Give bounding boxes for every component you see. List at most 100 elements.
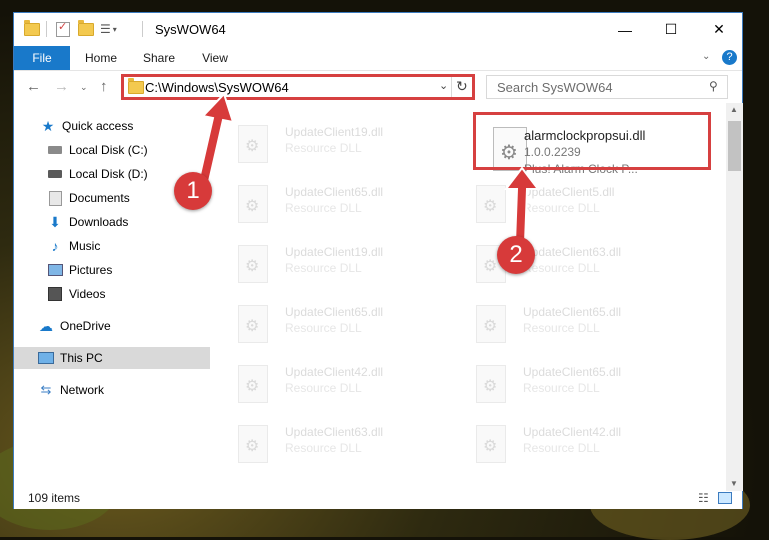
dll-file-icon	[238, 185, 268, 223]
vertical-scrollbar[interactable]: ▲ ▼	[726, 103, 743, 491]
nav-music[interactable]: ♪ Music 📌	[14, 235, 243, 257]
pictures-icon	[47, 263, 63, 277]
minimize-button[interactable]: —	[602, 13, 648, 46]
file-tile[interactable]: UpdateClient63.dll Resource DLL	[211, 415, 441, 463]
tiles-view-icon[interactable]	[718, 492, 732, 504]
tab-view[interactable]: View	[190, 46, 240, 70]
file-name: UpdateClient19.dll	[285, 125, 384, 139]
nav-onedrive[interactable]: ☁ OneDrive	[14, 315, 234, 337]
tab-home[interactable]: Home	[76, 46, 126, 70]
download-icon: ⬇	[49, 213, 61, 230]
file-tile[interactable]: UpdateClient65.dll Resource DLL	[211, 175, 441, 223]
customize-toolbar-icon[interactable]: ☰ ▾	[100, 21, 117, 37]
drive-icon	[47, 167, 63, 181]
documents-icon	[47, 190, 63, 206]
file-tile[interactable]: UpdateClient65.dll Resource DLL	[449, 355, 679, 403]
nav-label: Videos	[69, 287, 106, 301]
file-type: Resource DLL	[285, 321, 362, 335]
file-type: Resource DLL	[285, 201, 362, 215]
dll-file-icon	[476, 365, 506, 403]
status-bar: 109 items ☷	[14, 491, 742, 509]
nav-network[interactable]: ⇆ Network	[14, 379, 234, 401]
window-title: SysWOW64	[155, 22, 226, 37]
drive-icon	[47, 143, 63, 157]
nav-label: Local Disk (D:)	[69, 167, 148, 181]
file-type: Resource DLL	[285, 441, 362, 455]
close-button[interactable]: ✕	[696, 13, 742, 46]
recent-locations-icon[interactable]: ⌄	[80, 82, 88, 93]
window-folder-icon	[24, 19, 40, 37]
file-name: UpdateClient65.dll	[285, 185, 384, 199]
file-name: UpdateClient65.dll	[523, 305, 622, 319]
file-type: Resource DLL	[523, 441, 600, 455]
file-name: UpdateClient42.dll	[285, 365, 384, 379]
file-name: UpdateClient42.dll	[523, 425, 622, 439]
nav-videos[interactable]: Videos 📌	[14, 283, 243, 305]
file-type: Resource DLL	[523, 321, 600, 335]
file-name: UpdateClient65.dll	[523, 365, 622, 379]
file-type: Resource DLL	[523, 261, 600, 275]
nav-label: Pictures	[69, 263, 113, 277]
nav-label: Network	[60, 383, 105, 397]
file-name: UpdateClient63.dll	[285, 425, 384, 439]
navigation-pane: ★ Quick access Local Disk (C:) 📌 Local D…	[14, 103, 239, 491]
file-tile[interactable]: UpdateClient65.dll Resource DLL	[449, 295, 679, 343]
up-arrow-icon[interactable]: ↑	[100, 78, 108, 95]
computer-icon	[38, 351, 54, 365]
file-name: UpdateClient63.dll	[523, 245, 622, 259]
nav-quick-access[interactable]: ★ Quick access	[14, 115, 236, 137]
scrollbar-thumb[interactable]	[728, 121, 741, 171]
nav-local-disk-c[interactable]: Local Disk (C:) 📌	[14, 139, 243, 161]
file-type: Resource DLL	[523, 381, 600, 395]
callout-badge-1: 1	[174, 172, 212, 210]
tab-file[interactable]: File	[14, 46, 70, 70]
dll-file-icon	[476, 185, 506, 223]
details-view-icon[interactable]: ☷	[698, 491, 709, 505]
nav-label: OneDrive	[60, 319, 111, 333]
nav-label: Music	[69, 239, 101, 253]
dll-file-icon	[238, 425, 268, 463]
dll-file-icon	[238, 365, 268, 403]
search-icon[interactable]: ⚲	[709, 79, 718, 93]
file-tile[interactable]: UpdateClient19.dll Resource DLL	[211, 235, 441, 283]
file-type: Resource DLL	[285, 141, 362, 155]
new-folder-icon[interactable]	[78, 19, 94, 37]
music-icon: ♪	[51, 238, 59, 254]
nav-this-pc[interactable]: This PC	[14, 347, 210, 369]
nav-label: Downloads	[69, 215, 129, 229]
star-icon: ★	[41, 117, 55, 134]
properties-icon[interactable]: ✓	[56, 21, 70, 37]
callout-badge-2: 2	[497, 236, 535, 274]
scroll-up-icon[interactable]: ▲	[730, 105, 738, 114]
help-icon[interactable]: ?	[722, 50, 737, 65]
file-name: UpdateClient5.dll	[523, 185, 615, 199]
dll-file-icon	[476, 425, 506, 463]
ribbon-tabs: File Home Share View ⌄ ?	[14, 46, 742, 71]
file-type: Resource DLL	[285, 261, 362, 275]
nav-label: This PC	[60, 351, 103, 365]
separator	[142, 21, 143, 37]
explorer-window: ✓ ☰ ▾ SysWOW64 — ☐ ✕ File Home Share View…	[13, 12, 743, 509]
forward-arrow-icon[interactable]: →	[54, 78, 69, 95]
back-arrow-icon[interactable]: ←	[26, 78, 41, 95]
separator	[46, 21, 47, 37]
nav-label: Local Disk (C:)	[69, 143, 148, 157]
title-bar: ✓ ☰ ▾ SysWOW64 — ☐ ✕	[14, 13, 742, 46]
file-tile[interactable]: UpdateClient5.dll Resource DLL	[449, 175, 679, 223]
tab-share[interactable]: Share	[134, 46, 184, 70]
file-tile[interactable]: UpdateClient42.dll Resource DLL	[449, 415, 679, 463]
file-tile[interactable]: UpdateClient42.dll Resource DLL	[211, 355, 441, 403]
scroll-down-icon[interactable]: ▼	[730, 479, 738, 488]
search-box[interactable]: Search SysWOW64 ⚲	[486, 75, 728, 99]
file-tile[interactable]: UpdateClient63.dll Resource DLL	[449, 235, 679, 283]
nav-pictures[interactable]: Pictures 📌	[14, 259, 243, 281]
dll-file-icon	[238, 125, 268, 163]
nav-downloads[interactable]: ⬇ Downloads 📌	[14, 211, 243, 233]
nav-label: Documents	[69, 191, 130, 205]
maximize-button[interactable]: ☐	[648, 13, 694, 46]
dll-file-icon	[238, 245, 268, 283]
file-tile[interactable]: UpdateClient19.dll Resource DLL	[211, 115, 441, 163]
file-type: Resource DLL	[523, 201, 600, 215]
expand-ribbon-icon[interactable]: ⌄	[702, 51, 710, 62]
file-tile[interactable]: UpdateClient65.dll Resource DLL	[211, 295, 441, 343]
